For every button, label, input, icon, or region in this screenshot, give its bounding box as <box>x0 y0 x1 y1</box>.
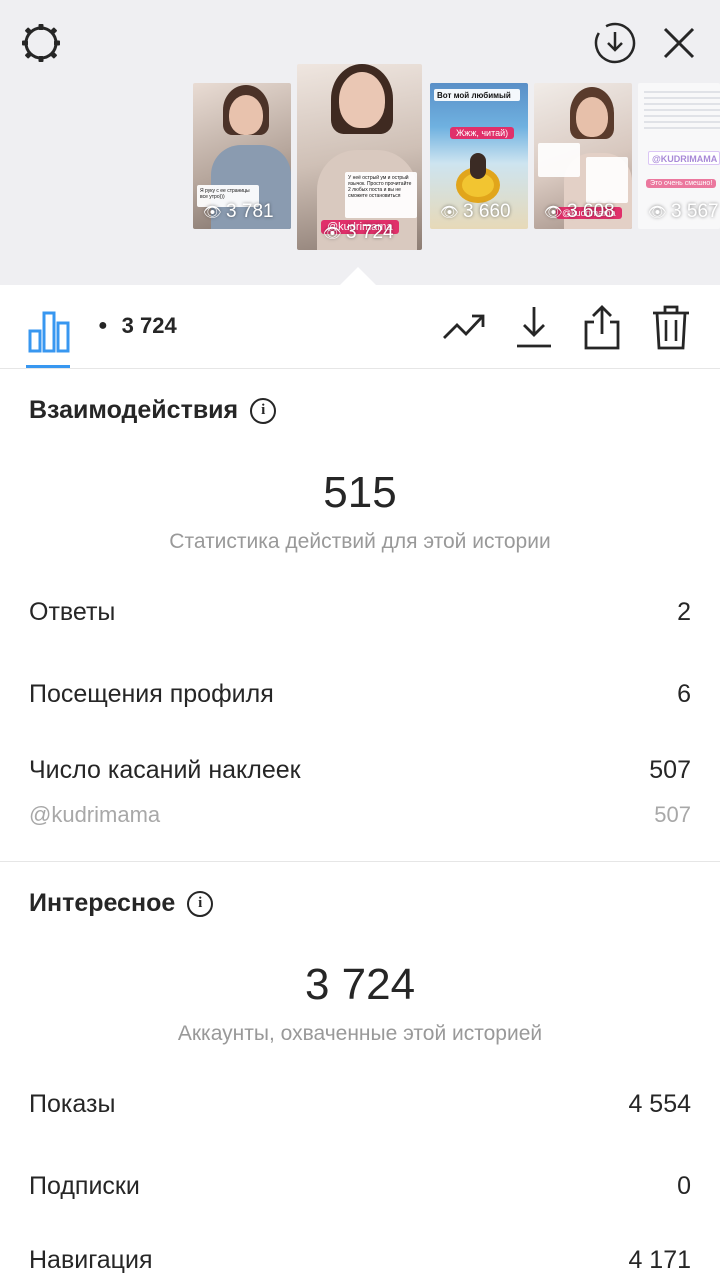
story-thumbnail-selected[interactable]: У неё острый ум и острый язычок. Просто … <box>297 64 422 250</box>
eye-icon: 👁 <box>440 204 460 221</box>
story-carousel-area: Я руку с ее страницы все утро))) 👁 3 781… <box>0 0 720 285</box>
discovery-title: Интересное <box>29 889 176 917</box>
share-icon <box>584 305 620 350</box>
story-thumbnail[interactable]: Вот мой любимый Жжж, читай) 👁 3 660 <box>430 83 528 229</box>
insights-tab[interactable] <box>26 303 72 353</box>
settings-button[interactable] <box>18 20 64 66</box>
interactions-heading: Взаимодействия i <box>29 396 277 425</box>
promote-button[interactable] <box>440 303 488 351</box>
eye-icon: 👁 <box>544 204 564 221</box>
stat-label: Навигация <box>29 1246 153 1274</box>
info-icon[interactable]: i <box>187 890 214 917</box>
stat-value: 2 <box>677 598 691 626</box>
stat-label: Подписки <box>29 1172 140 1200</box>
eye-icon: 👁 <box>648 204 668 221</box>
story-thumbnail[interactable]: @KUDRIMAMA Это очень смешно! 👁 3 567 <box>638 83 720 229</box>
close-button[interactable] <box>656 20 702 66</box>
discovery-heading: Интересное i <box>29 889 214 918</box>
story-view-count: 👁 3 724 <box>323 222 394 243</box>
share-button[interactable] <box>578 303 626 351</box>
story-caption: Вот мой любимый <box>434 89 520 101</box>
eye-icon: ● <box>98 317 108 334</box>
stat-value: 507 <box>649 756 691 784</box>
interactions-title: Взаимодействия <box>29 396 239 424</box>
active-tab-indicator <box>26 365 70 368</box>
download-circle-icon <box>594 22 636 64</box>
eye-icon: 👁 <box>203 204 223 221</box>
discovery-total: 3 724 <box>304 960 416 1009</box>
stat-row-profile-visits: Посещения профиля 6 <box>29 680 691 709</box>
stat-label: Показы <box>29 1090 116 1118</box>
stat-label: Число касаний наклеек <box>29 756 301 784</box>
story-view-count: 👁 3 608 <box>544 201 615 222</box>
stat-value: 4 554 <box>628 1090 691 1118</box>
stat-sublabel: @kudrimama <box>29 802 161 827</box>
story-view-count: 👁 3 660 <box>440 201 511 222</box>
story-view-count: 👁 3 781 <box>203 201 274 222</box>
eye-icon: 👁 <box>323 225 343 242</box>
stat-row-replies: Ответы 2 <box>29 598 691 627</box>
stat-row-navigation: Навигация 4 171 <box>29 1246 691 1275</box>
trash-icon <box>653 305 689 350</box>
story-thumbnail[interactable]: @kudrimama 👁 3 608 <box>534 83 632 229</box>
stat-value: 6 <box>677 680 691 708</box>
stat-value: 4 171 <box>628 1246 691 1274</box>
section-divider <box>0 861 720 862</box>
save-story-button[interactable] <box>592 20 638 66</box>
story-views: ● 3 724 <box>98 313 177 339</box>
stat-value: 0 <box>677 1172 691 1200</box>
stat-label: Ответы <box>29 598 116 626</box>
save-button[interactable] <box>510 303 558 351</box>
info-icon[interactable]: i <box>250 397 277 424</box>
story-views-value: 3 724 <box>121 313 177 338</box>
stat-row-follows: Подписки 0 <box>29 1172 691 1201</box>
discovery-caption: Аккаунты, охваченные этой историей <box>177 1022 543 1045</box>
story-toolbar: ● 3 724 <box>0 285 720 369</box>
story-view-count: 👁 3 567 <box>648 201 719 222</box>
selected-story-pointer <box>340 267 376 285</box>
mention-sticker: Жжж, читай) <box>450 127 515 139</box>
stat-row-impressions: Показы 4 554 <box>29 1090 691 1119</box>
story-thumbnail[interactable]: Я руку с ее страницы все утро))) 👁 3 781 <box>193 83 291 229</box>
stat-subvalue: 507 <box>654 802 691 827</box>
stat-subrow-mention-sticker: @kudrimama 507 <box>29 802 691 828</box>
close-icon <box>663 27 695 59</box>
trending-up-icon <box>443 314 485 339</box>
interactions-total: 515 <box>323 468 397 517</box>
interactions-caption: Статистика действий для этой истории <box>169 530 551 553</box>
download-icon <box>517 307 551 348</box>
delete-button[interactable] <box>647 303 695 351</box>
stat-label: Посещения профиля <box>29 680 274 708</box>
bar-chart-icon <box>28 311 70 353</box>
story-caption: У неё острый ум и острый язычок. Просто … <box>345 172 417 218</box>
stat-row-sticker-taps: Число касаний наклеек 507 <box>29 756 691 785</box>
settings-gear-icon <box>22 24 60 62</box>
